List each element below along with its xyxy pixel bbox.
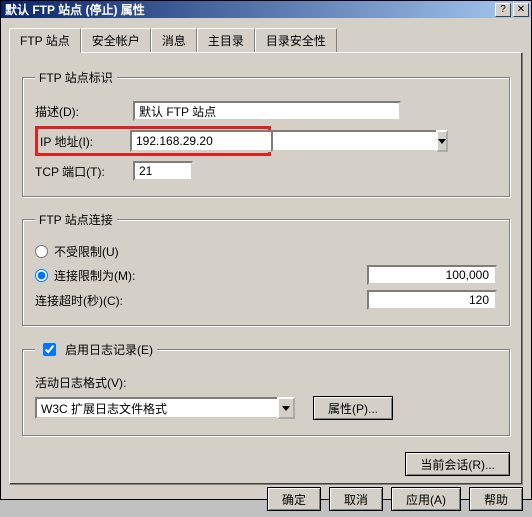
- tab-ftp-site[interactable]: FTP 站点: [9, 28, 81, 53]
- close-icon[interactable]: ✕: [513, 3, 529, 17]
- group-connection: FTP 站点连接 不受限制(U) 连接限制为(M): 连接超时(秒)(C):: [22, 211, 510, 326]
- tcp-port-input[interactable]: [133, 161, 193, 181]
- timeout-input[interactable]: [367, 290, 497, 310]
- connection-limit-input[interactable]: [367, 265, 497, 285]
- ip-label: IP 地址(I):: [40, 133, 130, 150]
- ok-button[interactable]: 确定: [267, 487, 321, 511]
- log-format-label: 活动日志格式(V):: [35, 374, 126, 391]
- titlebar[interactable]: 默认 FTP 站点 (停止) 属性 ? ✕: [1, 1, 531, 18]
- group-identity: FTP 站点标识 描述(D): IP 地址(I):: [22, 69, 510, 197]
- tab-panel: FTP 站点标识 描述(D): IP 地址(I):: [9, 52, 523, 485]
- cancel-button[interactable]: 取消: [329, 487, 383, 511]
- radio-limited[interactable]: 连接限制为(M):: [35, 267, 367, 284]
- help-button[interactable]: 帮助: [469, 487, 523, 511]
- tab-messages[interactable]: 消息: [151, 28, 197, 52]
- tab-home-dir[interactable]: 主目录: [197, 28, 255, 52]
- group-logging: 启用日志记录(E) 活动日志格式(V): 属性(P)...: [22, 340, 510, 436]
- tab-bar: FTP 站点 安全帐户 消息 主目录 目录安全性: [9, 26, 523, 52]
- group-identity-legend: FTP 站点标识: [35, 69, 117, 86]
- tab-security[interactable]: 安全帐户: [81, 28, 151, 52]
- window-title: 默认 FTP 站点 (停止) 属性: [5, 1, 495, 18]
- log-properties-button[interactable]: 属性(P)...: [313, 396, 393, 420]
- ip-address-extra[interactable]: [271, 130, 436, 152]
- group-connection-legend: FTP 站点连接: [35, 211, 117, 228]
- ip-dropdown-button[interactable]: [436, 130, 448, 152]
- description-input[interactable]: [133, 101, 401, 121]
- current-sessions-button[interactable]: 当前会话(R)...: [405, 452, 510, 476]
- dialog-button-row: 确定 取消 应用(A) 帮助: [9, 487, 523, 511]
- checkbox-enable-logging[interactable]: 启用日志记录(E): [39, 340, 153, 359]
- help-icon[interactable]: ?: [495, 3, 511, 17]
- log-format-dropdown-button[interactable]: [277, 397, 295, 419]
- tab-dir-security[interactable]: 目录安全性: [255, 28, 337, 52]
- timeout-label: 连接超时(秒)(C):: [35, 292, 367, 309]
- apply-button[interactable]: 应用(A): [391, 487, 461, 511]
- port-label: TCP 端口(T):: [35, 163, 133, 180]
- properties-dialog: 默认 FTP 站点 (停止) 属性 ? ✕ FTP 站点 安全帐户 消息 主目录…: [0, 0, 532, 500]
- log-format-combo[interactable]: [35, 397, 295, 419]
- radio-unlimited[interactable]: 不受限制(U): [35, 243, 119, 260]
- description-label: 描述(D):: [35, 103, 133, 120]
